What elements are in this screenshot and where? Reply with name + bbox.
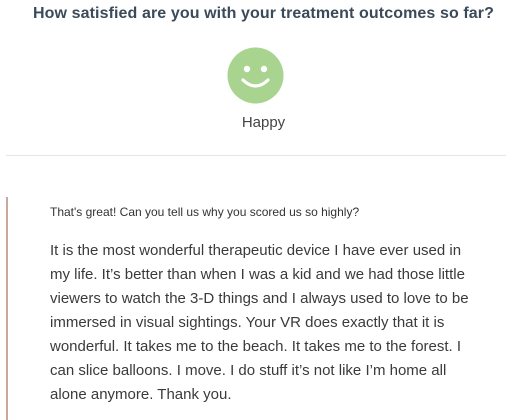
answer-line: alone anymore. Thank you. (50, 386, 232, 403)
answer-line: immersed in visual sightings. Your VR do… (50, 314, 445, 331)
followup-question: That's great! Can you tell us why you sc… (50, 205, 360, 219)
answer-line: viewers to watch the 3-D things and I al… (50, 290, 469, 307)
rating-label: Happy (241, 114, 286, 131)
followup-section: That's great! Can you tell us why you sc… (6, 197, 506, 420)
section-divider (6, 155, 506, 156)
followup-answer: It is the most wonderful therapeutic dev… (50, 239, 510, 407)
smiley-face-icon (227, 47, 284, 104)
answer-line: can slice balloons. I move. I do stuff i… (50, 362, 447, 379)
survey-question: How satisfied are you with your treatmen… (32, 5, 494, 22)
answer-line: wonderful. It takes me to the beach. It … (50, 338, 462, 355)
answer-line: my life. It’s better than when I was a k… (50, 266, 465, 283)
answer-line: It is the most wonderful therapeutic dev… (50, 242, 462, 259)
survey-response-card: How satisfied are you with your treatmen… (0, 0, 527, 420)
rating-face (227, 47, 284, 104)
